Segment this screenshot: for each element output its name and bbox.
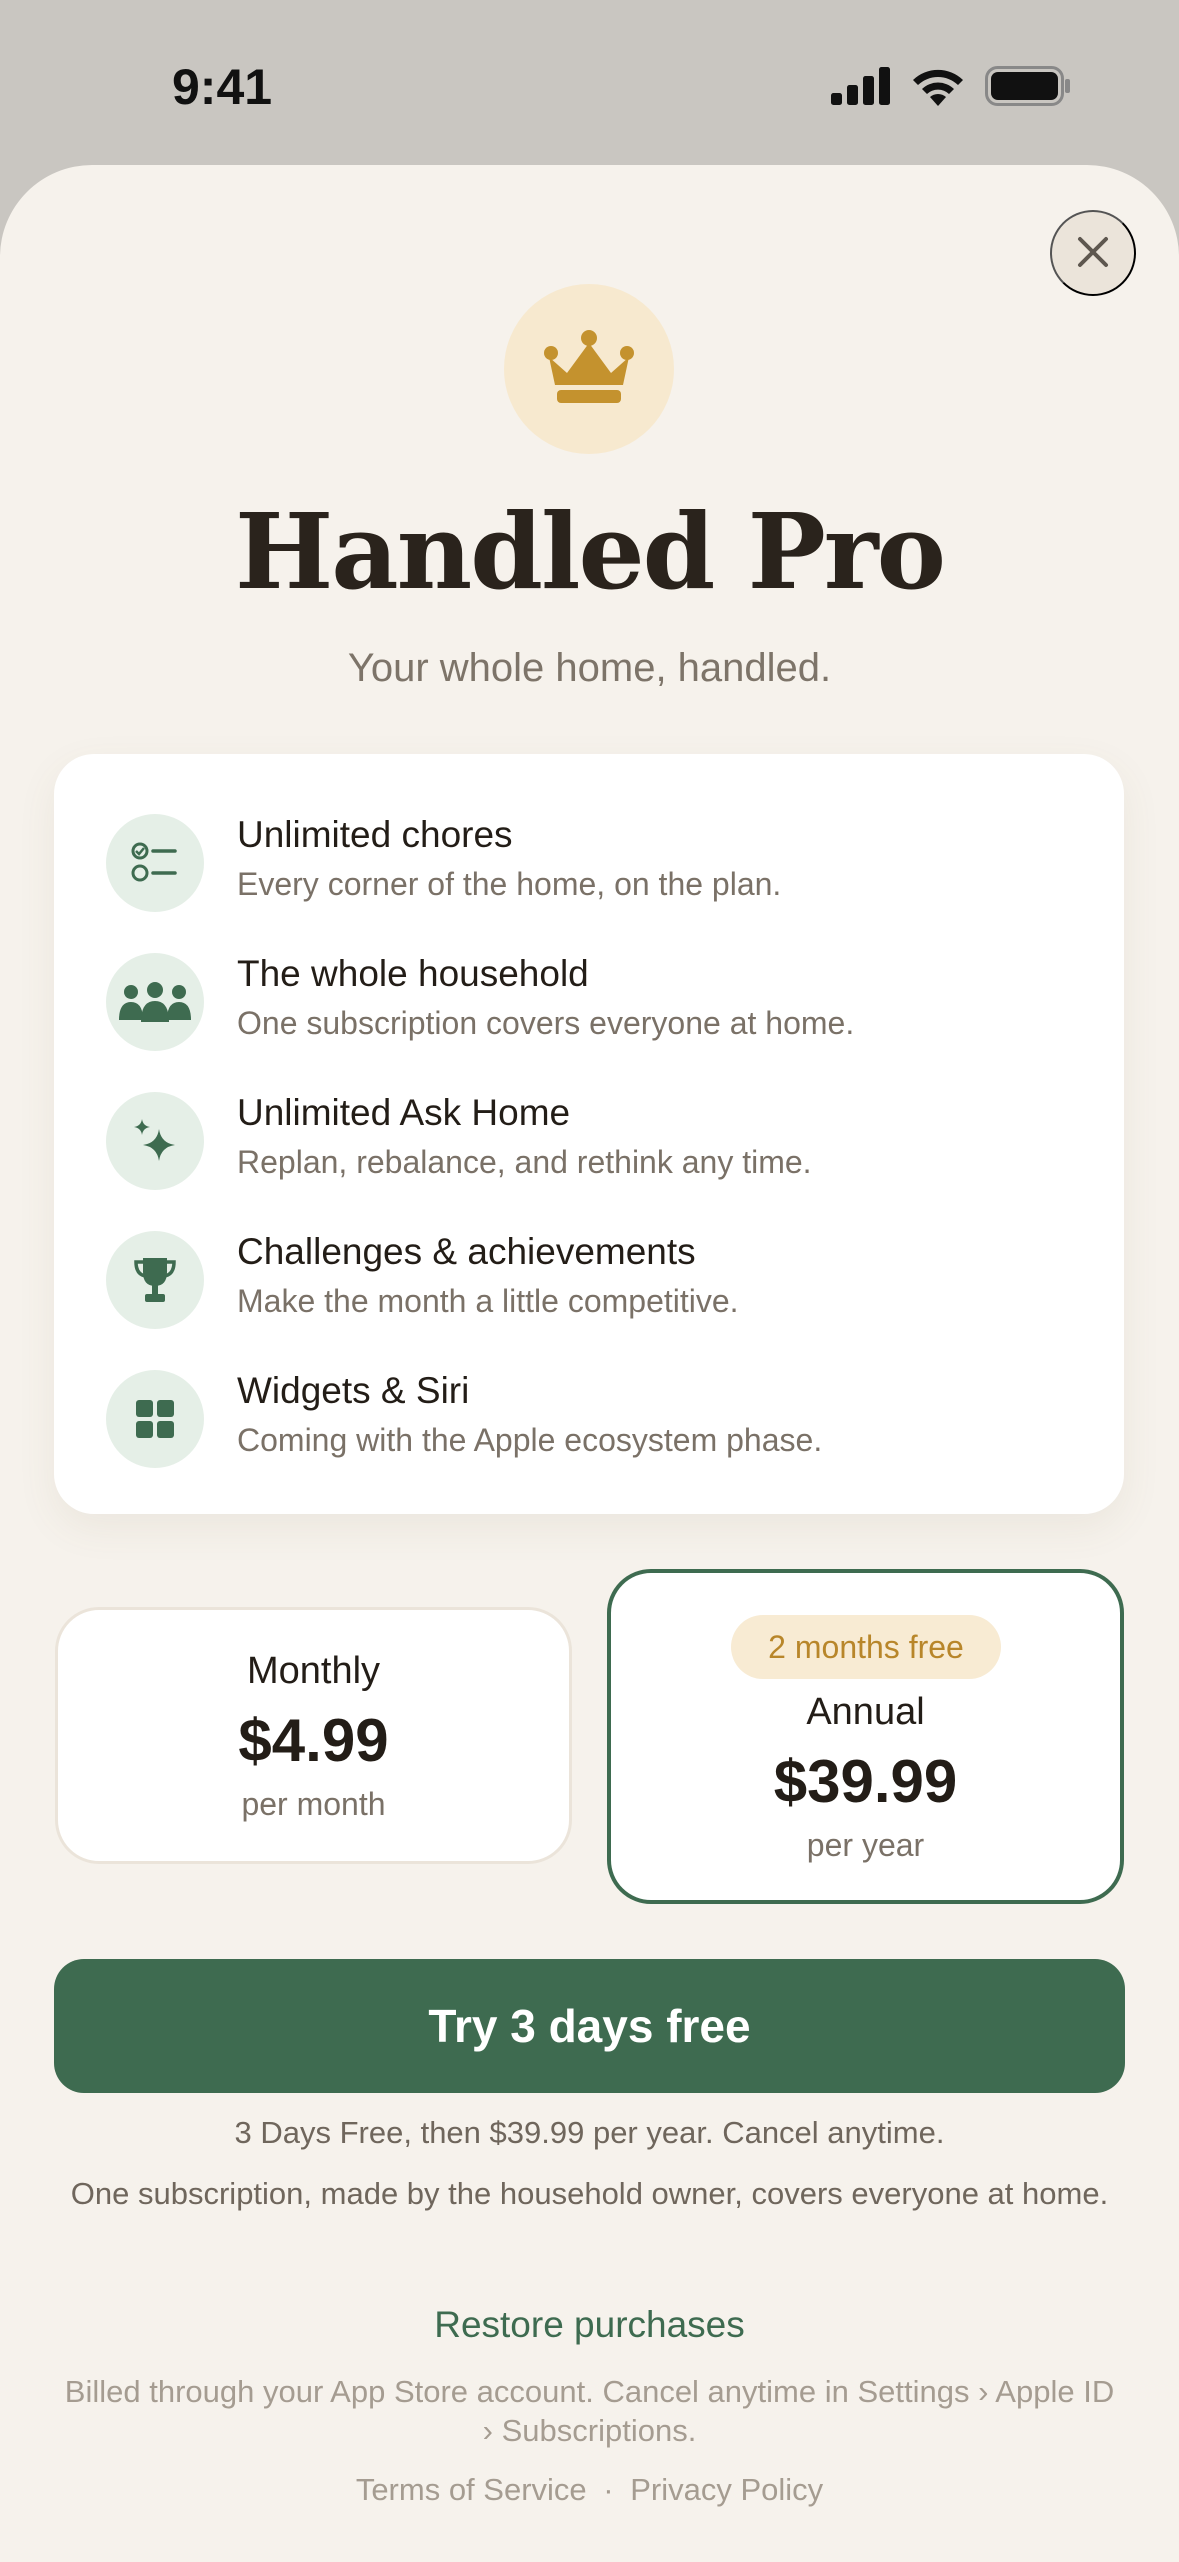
people-icon <box>106 953 204 1051</box>
privacy-policy-link[interactable]: Privacy Policy <box>630 2472 823 2508</box>
battery-icon <box>985 66 1071 106</box>
plan-price: $39.99 <box>773 1748 958 1815</box>
feature-title: The whole household <box>237 953 589 994</box>
wifi-icon <box>911 66 965 106</box>
close-icon <box>1076 235 1110 272</box>
legal-links: Terms of Service · Privacy Policy <box>0 2472 1179 2508</box>
feature-title: Challenges & achievements <box>237 1231 696 1272</box>
widgets-icon <box>106 1370 204 1468</box>
household-note-text: One subscription, made by the household … <box>70 2176 1109 2211</box>
feature-challenges: Challenges & achievements Make the month… <box>54 1221 1124 1331</box>
feature-description: Coming with the Apple ecosystem phase. <box>237 1422 823 1458</box>
plan-name: Monthly <box>246 1650 381 1692</box>
feature-title: Widgets & Siri <box>237 1370 470 1411</box>
plan-monthly-option[interactable]: Monthly $4.99 per month <box>55 1607 572 1864</box>
feature-description: One subscription covers everyone at home… <box>237 1005 855 1041</box>
trophy-icon <box>106 1231 204 1329</box>
status-icons <box>831 66 1071 106</box>
plan-name: Annual <box>806 1691 925 1733</box>
feature-unlimited-chores: Unlimited chores Every corner of the hom… <box>54 804 1124 914</box>
features-card: Unlimited chores Every corner of the hom… <box>54 754 1124 1514</box>
plan-annual-option[interactable]: 2 months free Annual $39.99 per year <box>607 1569 1124 1904</box>
feature-title: Unlimited Ask Home <box>237 1092 571 1133</box>
feature-whole-household: The whole household One subscription cov… <box>54 943 1124 1053</box>
restore-purchases-link[interactable]: Restore purchases <box>0 2304 1179 2346</box>
sparkle-icon <box>106 1092 204 1190</box>
plan-period: per month <box>241 1786 386 1822</box>
feature-description: Every corner of the home, on the plan. <box>237 866 782 902</box>
close-button[interactable] <box>1050 210 1136 296</box>
cellular-signal-icon <box>831 67 891 105</box>
feature-widgets-siri: Widgets & Siri Coming with the Apple eco… <box>54 1360 1124 1470</box>
page-title: Handled Pro <box>235 490 946 613</box>
feature-ask-home: Unlimited Ask Home Replan, rebalance, an… <box>54 1082 1124 1192</box>
crown-icon <box>543 329 635 410</box>
plan-price: $4.99 <box>238 1707 389 1774</box>
savings-badge: 2 months free <box>731 1615 1001 1679</box>
status-bar: 9:41 <box>0 0 1179 165</box>
billing-note: Billed through your App Store account. C… <box>64 2374 1115 2448</box>
legal-separator: · <box>603 2472 614 2507</box>
trial-terms-text: 3 Days Free, then $39.99 per year. Cance… <box>234 2115 945 2150</box>
page-subtitle: Your whole home, handled. <box>347 646 832 690</box>
start-trial-button[interactable]: Try 3 days free <box>54 1959 1125 2093</box>
checklist-icon <box>106 814 204 912</box>
terms-of-service-link[interactable]: Terms of Service <box>356 2472 587 2508</box>
crown-badge <box>504 284 674 454</box>
feature-description: Replan, rebalance, and rethink any time. <box>237 1144 812 1180</box>
feature-description: Make the month a little competitive. <box>237 1283 739 1319</box>
status-time: 9:41 <box>172 59 273 115</box>
feature-title: Unlimited chores <box>237 814 513 855</box>
plan-period: per year <box>806 1827 925 1863</box>
